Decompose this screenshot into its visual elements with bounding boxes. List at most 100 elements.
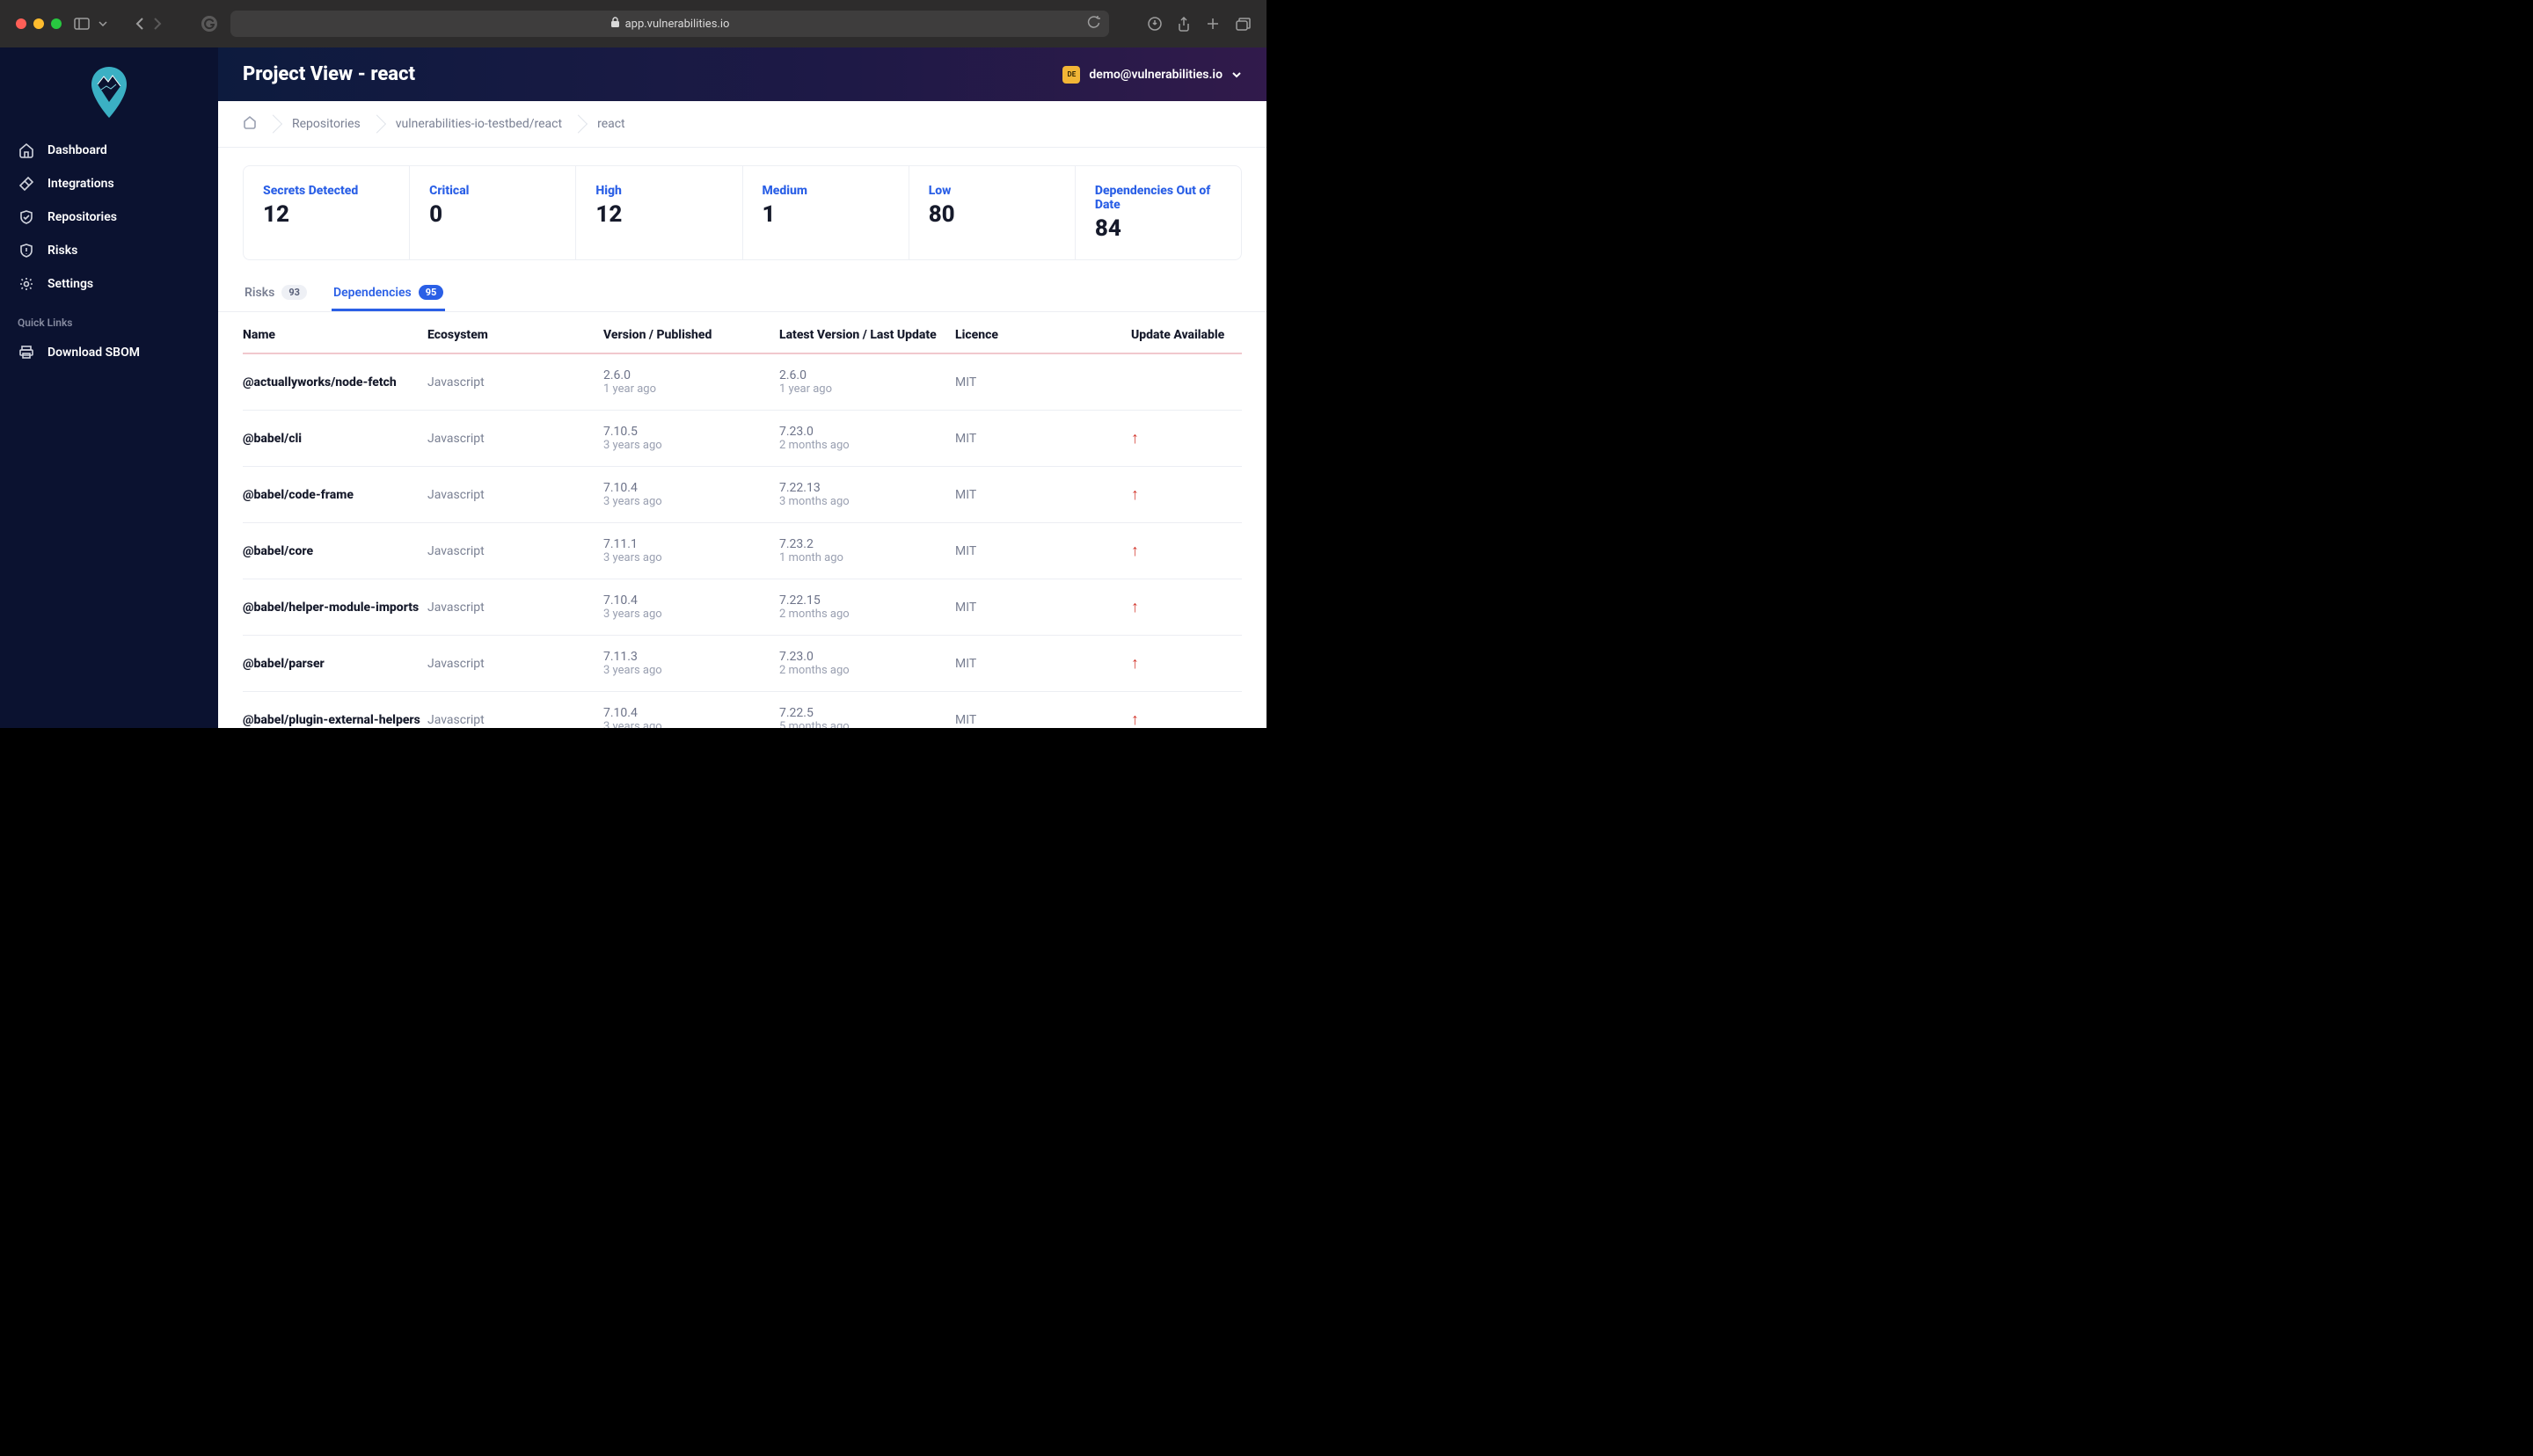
breadcrumb-current: react (578, 113, 641, 135)
dep-name: @babel/core (243, 544, 427, 558)
col-licence[interactable]: Licence (955, 328, 1131, 342)
arrow-up-icon: ↑ (1131, 654, 1139, 673)
forward-icon[interactable] (153, 17, 162, 31)
tab-risks[interactable]: Risks 93 (243, 276, 309, 311)
printer-icon (18, 345, 35, 360)
tabs-overview-icon[interactable] (1236, 17, 1251, 32)
dep-version: 7.11.33 years ago (603, 650, 779, 677)
dep-name: @babel/cli (243, 432, 427, 446)
dep-version: 2.6.01 year ago (603, 368, 779, 396)
address-bar[interactable]: app.vulnerabilities.io (230, 11, 1109, 37)
badge-risks-count: 93 (281, 285, 307, 300)
stat-secrets[interactable]: Secrets Detected 12 (244, 166, 410, 259)
table-row[interactable]: @babel/coreJavascript7.11.13 years ago7.… (243, 523, 1242, 579)
sidebar-item-settings[interactable]: Settings (0, 267, 218, 301)
user-email: demo@vulnerabilities.io (1089, 68, 1223, 82)
dep-ecosystem: Javascript (427, 432, 603, 446)
maximize-window[interactable] (51, 18, 62, 29)
arrow-up-icon: ↑ (1131, 429, 1139, 448)
user-menu[interactable]: DE demo@vulnerabilities.io (1062, 66, 1242, 84)
dep-name: @babel/code-frame (243, 488, 427, 502)
dep-ecosystem: Javascript (427, 544, 603, 558)
sidebar-label: Integrations (47, 177, 114, 191)
app-logo (0, 65, 218, 121)
stat-high[interactable]: High 12 (576, 166, 742, 259)
url-text: app.vulnerabilities.io (625, 18, 730, 31)
dep-version: 7.11.13 years ago (603, 537, 779, 564)
home-icon (18, 142, 35, 158)
dep-licence: MIT (955, 488, 1131, 502)
col-name[interactable]: Name (243, 328, 427, 342)
col-ecosystem[interactable]: Ecosystem (427, 328, 603, 342)
dependencies-table: Name Ecosystem Version / Published Lates… (243, 312, 1242, 728)
breadcrumb-project[interactable]: vulnerabilities-io-testbed/react (376, 113, 578, 135)
col-latest[interactable]: Latest Version / Last Update (779, 328, 955, 342)
share-icon[interactable] (1178, 17, 1190, 32)
dep-version: 7.10.43 years ago (603, 593, 779, 621)
tab-dependencies[interactable]: Dependencies 95 (332, 276, 445, 311)
dep-name: @babel/helper-module-imports (243, 601, 427, 615)
sidebar: Dashboard Integrations Repositories Risk… (0, 47, 218, 728)
sidebar-toggle-icon[interactable] (74, 18, 90, 30)
dep-name: @babel/plugin-external-helpers (243, 713, 427, 727)
back-icon[interactable] (135, 17, 144, 31)
chevron-down-icon[interactable] (99, 21, 107, 26)
badge-deps-count: 95 (419, 285, 444, 300)
grammarly-icon[interactable] (201, 15, 218, 33)
avatar: DE (1062, 66, 1080, 84)
dep-licence: MIT (955, 432, 1131, 446)
dep-ecosystem: Javascript (427, 657, 603, 671)
sidebar-label: Settings (47, 277, 93, 291)
sidebar-label: Repositories (47, 210, 117, 224)
breadcrumb-home[interactable] (243, 112, 273, 136)
close-window[interactable] (16, 18, 26, 29)
downloads-icon[interactable] (1148, 17, 1162, 32)
dep-version: 7.10.43 years ago (603, 706, 779, 728)
minimize-window[interactable] (33, 18, 44, 29)
page-title: Project View - react (243, 63, 415, 85)
col-version[interactable]: Version / Published (603, 328, 779, 342)
stat-low[interactable]: Low 80 (909, 166, 1076, 259)
arrow-up-icon: ↑ (1131, 710, 1139, 728)
new-tab-icon[interactable] (1206, 17, 1220, 32)
refresh-icon[interactable] (1087, 16, 1100, 33)
dep-licence: MIT (955, 375, 1131, 389)
dep-licence: MIT (955, 657, 1131, 671)
page-header: Project View - react DE demo@vulnerabili… (218, 47, 1266, 101)
table-row[interactable]: @babel/parserJavascript7.11.33 years ago… (243, 636, 1242, 692)
stat-outdated[interactable]: Dependencies Out of Date 84 (1076, 166, 1241, 259)
table-row[interactable]: @actuallyworks/node-fetchJavascript2.6.0… (243, 354, 1242, 411)
stat-critical[interactable]: Critical 0 (410, 166, 576, 259)
dep-update: ↑ (1131, 429, 1266, 448)
table-header: Name Ecosystem Version / Published Lates… (243, 312, 1242, 354)
table-row[interactable]: @babel/cliJavascript7.10.53 years ago7.2… (243, 411, 1242, 467)
col-update[interactable]: Update Available (1131, 328, 1266, 342)
dep-licence: MIT (955, 601, 1131, 615)
sidebar-label: Risks (47, 244, 77, 258)
dep-licence: MIT (955, 544, 1131, 558)
sidebar-item-repositories[interactable]: Repositories (0, 200, 218, 234)
stat-medium[interactable]: Medium 1 (743, 166, 909, 259)
gear-icon (18, 276, 35, 292)
dep-name: @actuallyworks/node-fetch (243, 375, 427, 389)
arrow-up-icon: ↑ (1131, 485, 1139, 504)
sidebar-item-risks[interactable]: Risks (0, 234, 218, 267)
table-row[interactable]: @babel/helper-module-importsJavascript7.… (243, 579, 1242, 636)
tools-icon (18, 176, 35, 192)
sidebar-item-integrations[interactable]: Integrations (0, 167, 218, 200)
dep-name: @babel/parser (243, 657, 427, 671)
dep-update: ↑ (1131, 710, 1266, 728)
breadcrumbs: Repositories vulnerabilities-io-testbed/… (218, 101, 1266, 148)
dep-update: ↑ (1131, 485, 1266, 504)
dep-update: ↑ (1131, 542, 1266, 560)
dep-latest: 7.22.133 months ago (779, 481, 955, 508)
shield-alert-icon (18, 243, 35, 258)
breadcrumb-repositories[interactable]: Repositories (273, 113, 376, 135)
arrow-up-icon: ↑ (1131, 598, 1139, 616)
sidebar-item-download-sbom[interactable]: Download SBOM (0, 336, 218, 369)
dep-latest: 7.22.152 months ago (779, 593, 955, 621)
table-row[interactable]: @babel/code-frameJavascript7.10.43 years… (243, 467, 1242, 523)
dep-ecosystem: Javascript (427, 488, 603, 502)
sidebar-item-dashboard[interactable]: Dashboard (0, 134, 218, 167)
table-row[interactable]: @babel/plugin-external-helpersJavascript… (243, 692, 1242, 728)
